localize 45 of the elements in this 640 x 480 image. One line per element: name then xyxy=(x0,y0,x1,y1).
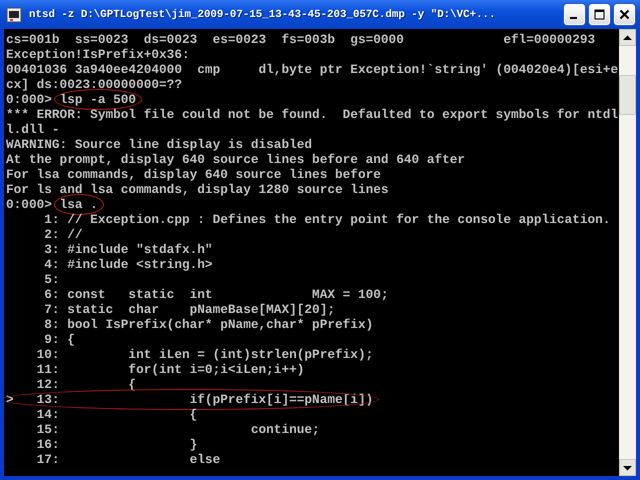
minimize-icon xyxy=(570,17,577,19)
console-line: WARNING: Source line display is disabled xyxy=(6,137,312,152)
console-line: > 13: if(pPrefix[i]==pName[i]) xyxy=(6,392,374,407)
console-line: 12: { xyxy=(36,377,136,392)
command-text: lsa . xyxy=(60,197,98,212)
console-line: 14: { xyxy=(36,407,198,422)
scroll-up-button[interactable] xyxy=(619,29,636,46)
maximize-button[interactable] xyxy=(589,4,610,25)
close-icon xyxy=(619,9,630,20)
console-line: 2: // xyxy=(43,227,83,242)
console-line: 8: bool IsPrefix(char* pName,char* pPrefix) xyxy=(43,317,374,332)
console-line: 3: #include "stdafx.h" xyxy=(43,242,213,257)
console-line: 1: // Exception.cpp : Defines the entry point for the console application. xyxy=(43,212,610,227)
command-prompt: 0:000> xyxy=(6,92,53,107)
close-button[interactable] xyxy=(614,4,635,25)
maximize-icon xyxy=(594,9,605,20)
console-line: 15: continue; xyxy=(36,422,320,437)
scroll-thumb[interactable] xyxy=(619,75,636,115)
scrollbar[interactable] xyxy=(619,29,636,476)
console-line: 6: const static int MAX = 100; xyxy=(43,287,389,302)
minimize-button[interactable] xyxy=(564,4,585,25)
console-line: cx] ds:0023:00000000=?? xyxy=(6,77,182,92)
console-line: 00401036 3a940ee4204000 cmp dl,byte ptr Exception!`string' (004020e4)[esi+e xyxy=(6,62,618,77)
console-line: 5: xyxy=(43,272,61,287)
console-line: 4: #include <string.h> xyxy=(43,257,213,272)
console-line: 11: for(int i=0;i<iLen;i++) xyxy=(36,362,304,377)
console-line: For ls and lsa commands, display 1280 source lines xyxy=(6,182,389,197)
console-line: 7: static char pNameBase[MAX][20]; xyxy=(43,302,336,317)
console-line: l.dll - xyxy=(6,122,61,137)
command-prompt: 0:000> xyxy=(6,197,53,212)
console-line: 16: } xyxy=(36,437,198,452)
scroll-down-button[interactable] xyxy=(619,459,636,476)
console-line: At the prompt, display 640 source lines before and 640 after xyxy=(6,152,466,167)
console-line: 17: else xyxy=(36,452,220,467)
console-line: cs=001b ss=0023 ds=0023 es=0023 fs=003b gs=0000 efl=00000293 xyxy=(6,32,596,47)
console-line: For lsa commands, display 640 source lines before xyxy=(6,167,381,182)
command-text: lsp -a 500 xyxy=(60,92,136,107)
console-line: 10: int iLen = (int)strlen(pPrefix); xyxy=(36,347,374,362)
console-line: 9: { xyxy=(43,332,75,347)
up-arrow-icon xyxy=(623,34,632,40)
down-arrow-icon xyxy=(623,464,632,470)
console-line: Exception!IsPrefix+0x36: xyxy=(6,47,190,62)
console-icon xyxy=(6,6,22,22)
window-title: ntsd -z D:\GPTLogTest\jim_2009-07-15_13-43-45-203_057C.dmp -y "D:\VC+... xyxy=(29,8,497,20)
console-line: *** ERROR: Symbol file could not be found. Defaulted to export symbols for ntdl xyxy=(6,107,618,122)
